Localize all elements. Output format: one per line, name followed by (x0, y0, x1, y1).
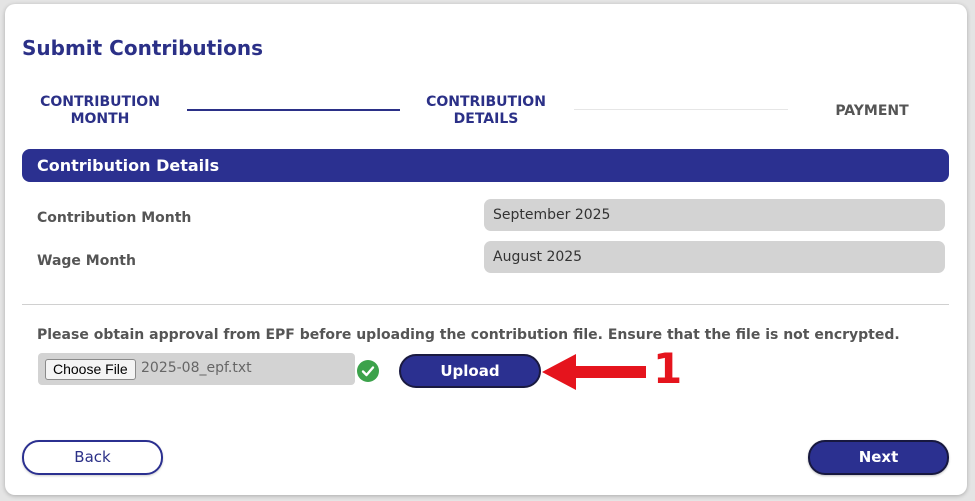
step-label-line1: CONTRIBUTION (426, 94, 546, 110)
step-label-line1: PAYMENT (835, 103, 909, 119)
step-label-line2: MONTH (70, 111, 130, 127)
step-contribution-details: CONTRIBUTION DETAILS (416, 94, 556, 128)
step-label-line2: DETAILS (453, 111, 519, 127)
wage-month-field: August 2025 (484, 241, 945, 273)
left-arrow-icon (542, 354, 646, 390)
file-input[interactable]: Choose File 2025-08_epf.txt (38, 353, 355, 385)
back-button[interactable]: Back (22, 440, 163, 475)
step-connector-complete (187, 109, 400, 111)
wage-month-label: Wage Month (37, 253, 136, 269)
contribution-month-label: Contribution Month (37, 210, 192, 226)
contribution-month-field: September 2025 (484, 199, 945, 231)
choose-file-button[interactable]: Choose File (45, 359, 136, 380)
step-label-line1: CONTRIBUTION (40, 94, 160, 110)
check-circle-icon (357, 360, 379, 382)
section-header: Contribution Details (22, 149, 949, 182)
section-divider (22, 304, 949, 305)
upload-notice: Please obtain approval from EPF before u… (37, 327, 900, 343)
step-contribution-month: CONTRIBUTION MONTH (30, 94, 170, 128)
annotation-number: 1 (653, 344, 683, 393)
upload-button[interactable]: Upload (399, 354, 541, 388)
step-connector-pending (574, 109, 788, 110)
step-payment: PAYMENT (812, 103, 932, 120)
next-button[interactable]: Next (808, 440, 949, 475)
page-title: Submit Contributions (22, 36, 263, 60)
selected-file-name: 2025-08_epf.txt (141, 360, 252, 376)
